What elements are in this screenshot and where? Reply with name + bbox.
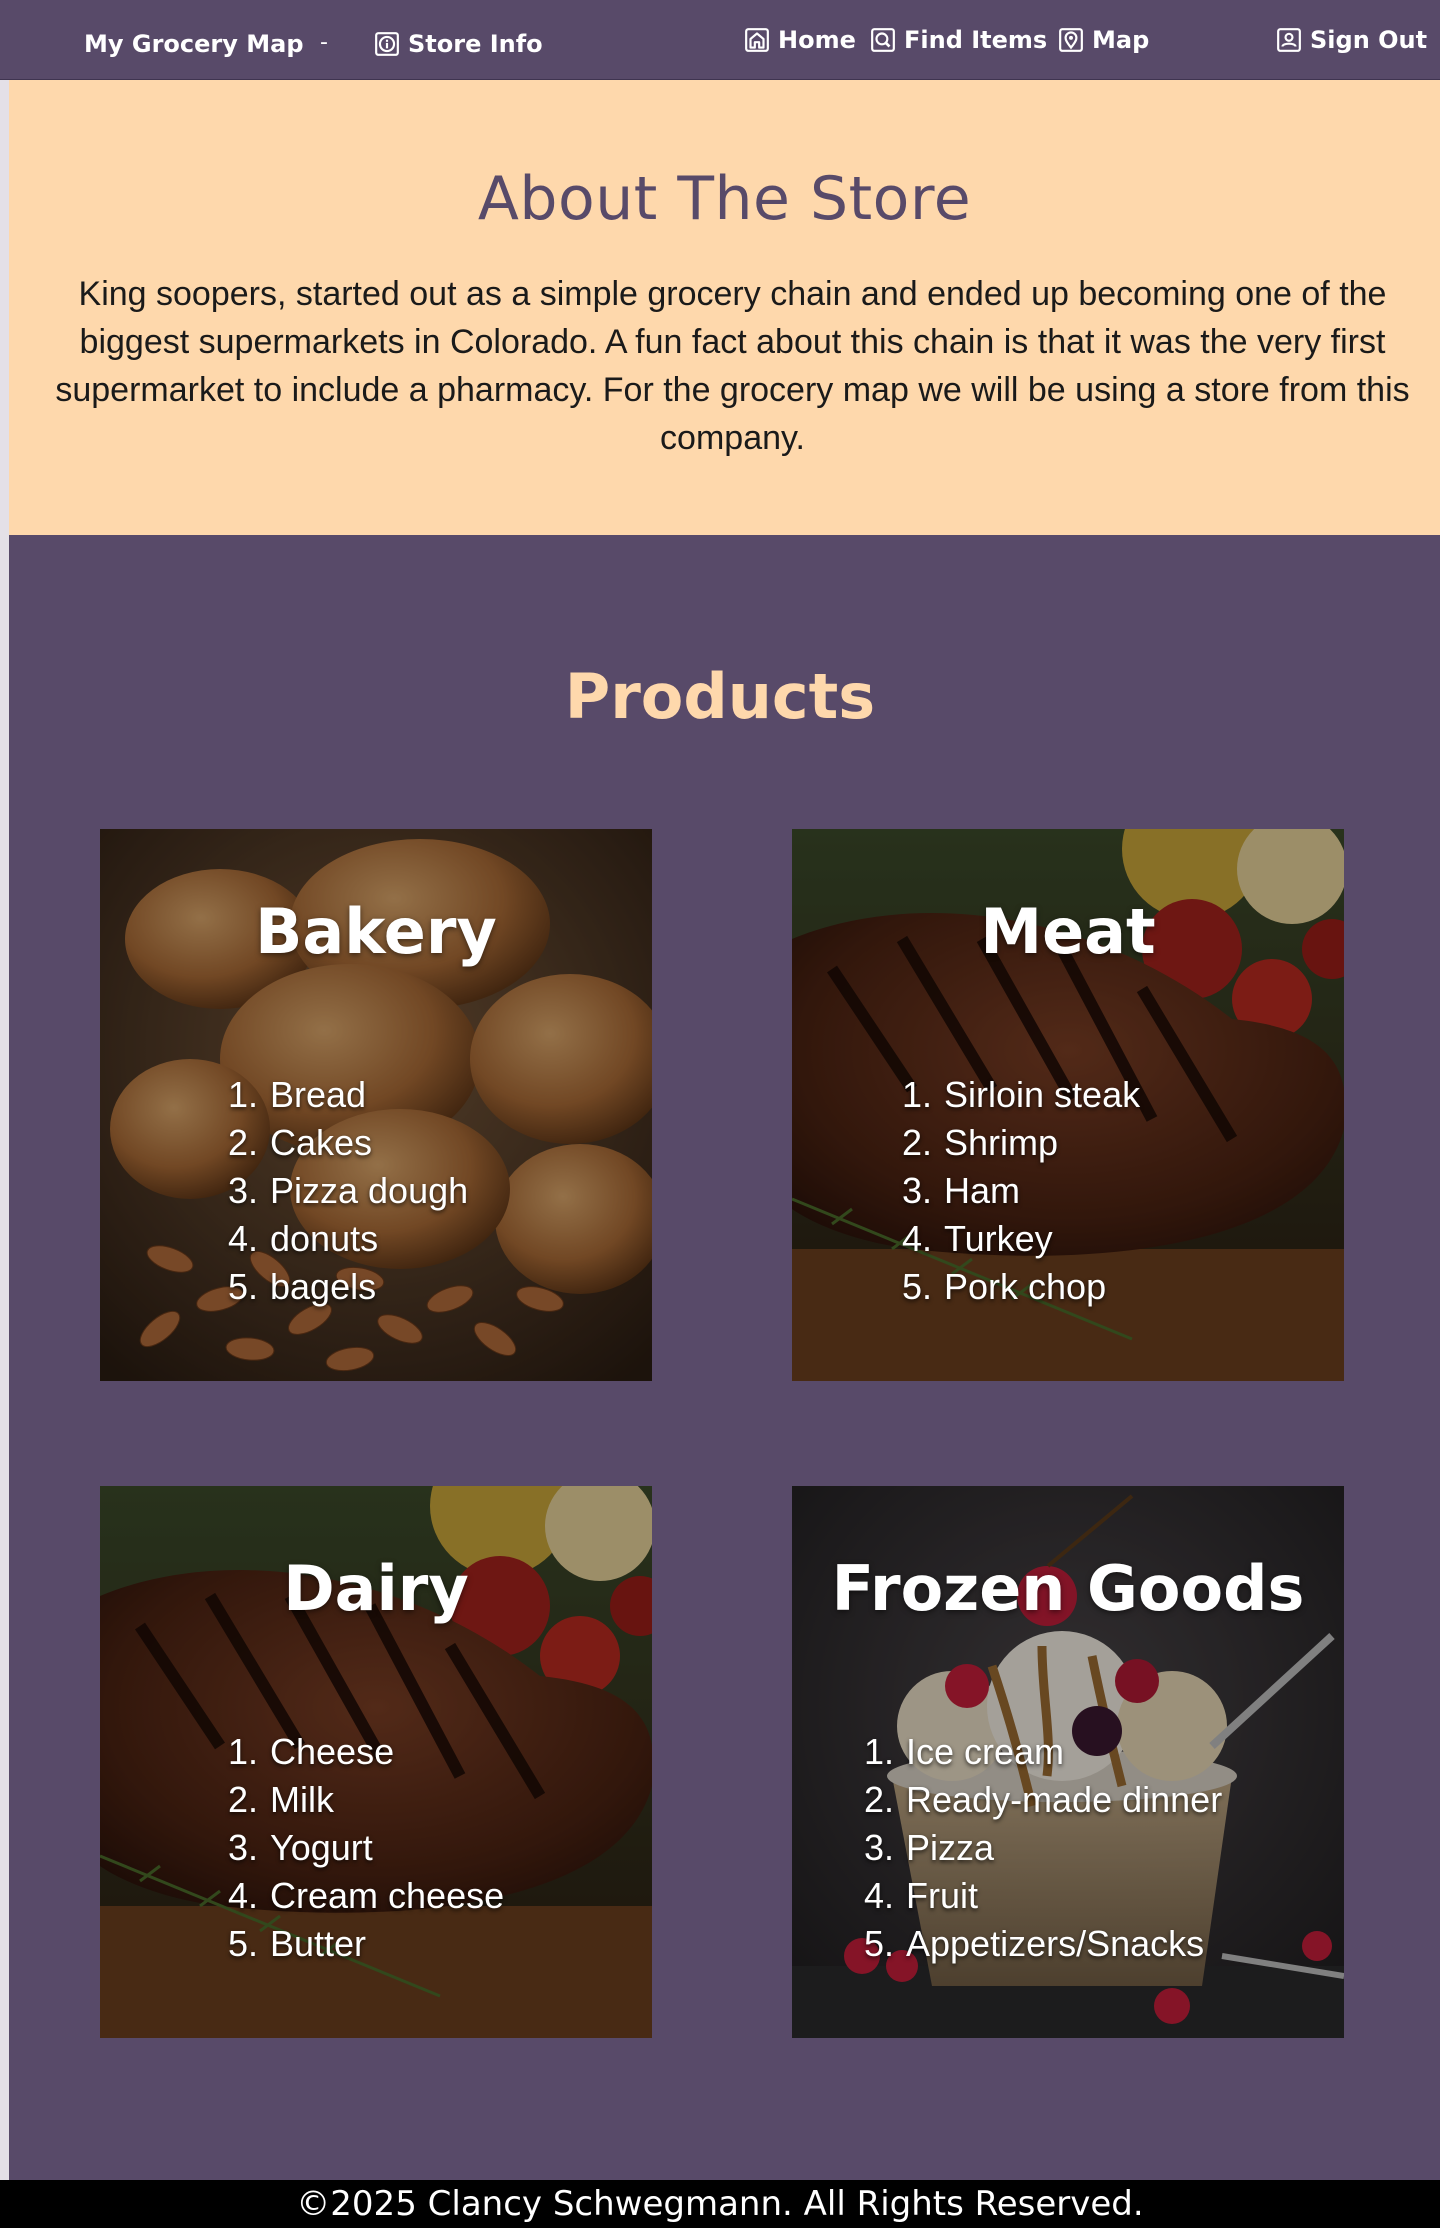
footer: ©2025 Clancy Schwegmann. All Rights Rese… bbox=[0, 2180, 1440, 2228]
list-item: 3. Yogurt bbox=[228, 1827, 373, 1868]
card-title: Frozen Goods bbox=[831, 1552, 1305, 1625]
products-title: Products bbox=[564, 660, 876, 733]
copyright-text: ©2025 Clancy Schwegmann. All Rights Rese… bbox=[296, 2184, 1144, 2224]
about-section: About The Store King soopers, started ou… bbox=[9, 80, 1440, 535]
list-item: 1. Cheese bbox=[228, 1731, 395, 1772]
nav-store-info-label: Store Info bbox=[408, 30, 543, 58]
list-item: 4. donuts bbox=[228, 1218, 379, 1259]
nav-find-items-label: Find Items bbox=[904, 26, 1048, 54]
list-item: 3. Pizza dough bbox=[228, 1170, 469, 1211]
product-card-bakery: Bakery 1. Bread 2. Cakes 3. Pizza dough 4. d… bbox=[100, 829, 652, 1381]
nav-map[interactable]: Map bbox=[1058, 0, 1149, 80]
nav-home-label: Home bbox=[778, 26, 856, 54]
list-item: 2. Cakes bbox=[228, 1122, 373, 1163]
nav-sign-out[interactable]: Sign Out bbox=[1276, 0, 1427, 80]
list-item: 2. Milk bbox=[228, 1779, 334, 1820]
user-icon bbox=[1276, 27, 1302, 53]
about-text: King soopers, started out as a simple gr… bbox=[55, 275, 1410, 457]
card-title: Meat bbox=[980, 895, 1156, 968]
list-item: 3. Ham bbox=[902, 1170, 1021, 1211]
nav-separator: - bbox=[320, 29, 328, 55]
home-icon bbox=[744, 27, 770, 53]
page: My Grocery Map - Store Info Home Find It… bbox=[0, 0, 1440, 2228]
list-item: 4. Cream cheese bbox=[228, 1875, 505, 1916]
nav-map-label: Map bbox=[1092, 26, 1150, 54]
product-list: 1. Sirloin steak 2. Shrimp 3. Ham 4. Turkey … bbox=[902, 1071, 1140, 1311]
list-item: 1. Bread bbox=[228, 1074, 367, 1115]
product-list: 1. Cheese 2. Milk 3. Yogurt 4. Cream cheese … bbox=[228, 1728, 504, 1968]
card-title: Dairy bbox=[283, 1552, 469, 1625]
product-list: 1. Ice cream 2. Ready-made dinner 3. Pizza … bbox=[864, 1728, 1222, 1968]
left-border bbox=[0, 80, 9, 2180]
brand-link[interactable]: My Grocery Map bbox=[84, 4, 304, 84]
list-item: 5. Pork chop bbox=[902, 1266, 1107, 1307]
product-card-dairy: Dairy 1. Cheese 2. Milk 3. Yogurt 4. Cream c… bbox=[100, 1486, 652, 2038]
search-icon bbox=[870, 27, 896, 53]
map-pin-icon bbox=[1058, 27, 1084, 53]
list-item: 1. Sirloin steak bbox=[902, 1074, 1141, 1115]
list-item: 2. Shrimp bbox=[902, 1122, 1059, 1163]
about-title: About The Store bbox=[477, 164, 972, 234]
product-card-frozen-goods: Frozen Goods 1. Ice cream 2. Ready-made di… bbox=[792, 1486, 1344, 2038]
nav-sign-out-label: Sign Out bbox=[1310, 26, 1428, 54]
list-item: 3. Pizza bbox=[864, 1827, 995, 1868]
product-card-meat: Meat 1. Sirloin steak 2. Shrimp 3. Ham 4. Tu… bbox=[792, 829, 1344, 1381]
list-item: 5. bagels bbox=[228, 1266, 377, 1307]
list-item: 5. Appetizers/Snacks bbox=[864, 1923, 1205, 1964]
navbar: My Grocery Map - Store Info Home Find It… bbox=[0, 0, 1440, 80]
nav-store-info[interactable]: Store Info bbox=[374, 4, 543, 84]
list-item: 5. Butter bbox=[228, 1923, 367, 1964]
nav-home[interactable]: Home bbox=[744, 0, 856, 80]
list-item: 4. Turkey bbox=[902, 1218, 1053, 1259]
info-icon bbox=[374, 31, 400, 57]
product-list: 1. Bread 2. Cakes 3. Pizza dough 4. donuts 5… bbox=[228, 1071, 468, 1311]
list-item: 1. Ice cream bbox=[864, 1731, 1065, 1772]
list-item: 2. Ready-made dinner bbox=[864, 1779, 1223, 1820]
card-title: Bakery bbox=[255, 895, 497, 968]
nav-find-items[interactable]: Find Items bbox=[870, 0, 1047, 80]
list-item: 4. Fruit bbox=[864, 1875, 978, 1916]
